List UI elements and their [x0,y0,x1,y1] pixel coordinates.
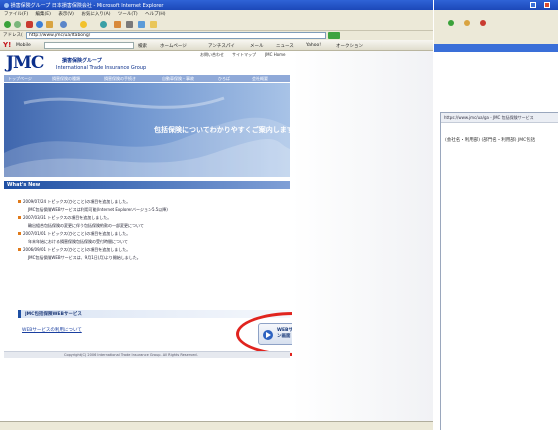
window-title: 損害保険グループ 日本損害保険会社 - Microsoft Internet E… [10,3,164,9]
second-toolbar-icon[interactable] [448,20,454,26]
address-input[interactable]: http://www.jmc/ua/Itabong/ [26,32,326,39]
web-service-header: JMC包括保険WEBサービス [18,310,290,318]
news-text: 輸出組合包括保険の変更に伴う包括保険約款の一部変更について [28,223,144,228]
nav-tab-top[interactable]: トップページ [8,75,48,83]
forward-icon[interactable] [14,21,21,28]
home-icon[interactable] [46,21,53,28]
nav-tab-procedures[interactable]: 損害保険の手続き [104,75,152,83]
history-icon[interactable] [100,21,107,28]
second-window-link-bar [434,44,558,52]
popup-url: https://www.jmc/ua/ga - JMC 包括保険サービス [444,115,534,120]
menu-edit[interactable]: 編集(E) [36,12,51,17]
second-toolbar-icon[interactable] [464,20,470,26]
standard-toolbar [0,18,433,31]
address-bar: アドレス(D) http://www.jmc/ua/Itabong/ [0,31,433,40]
menu-view[interactable]: 表示(V) [58,12,74,17]
nav-tab-auto[interactable]: 自動車保険・事故 [162,75,210,83]
yahoo-search-button[interactable]: 検索 [138,43,147,49]
news-text: 2009/07/24 トピックス(ひとこと)の項目を追加しました。 [23,199,131,204]
address-label: アドレス(D) [3,33,23,38]
second-browser-window: https://www.jmc/ua/ga - JMC 包括保険サービス (会社… [434,0,558,430]
news-text: 2006/09/01 トピックス(ひとこと)の項目を追加しました。 [23,247,131,252]
print-icon[interactable] [126,21,133,28]
edit-icon[interactable] [138,21,145,28]
back-icon[interactable] [4,21,11,28]
second-window-title-bar[interactable] [434,0,558,10]
news-item[interactable]: JMC包括保険WEBサービスは、9月1日(月)より開始しました。 [28,255,141,261]
address-value: http://www.jmc/ua/Itabong/ [29,33,91,38]
news-text: 2007/01/01 トピックス(ひとこと)の項目を追加しました。 [23,231,131,236]
yahoo-home-link[interactable]: ホームページ [160,43,187,49]
second-toolbar-icon[interactable] [480,20,486,26]
yahoo-search-input[interactable] [44,42,134,49]
news-item[interactable]: 2007/03/31 トピックスの項目を追加しました。 [18,215,111,221]
utility-link-sitemap[interactable]: サイトマップ [232,52,256,58]
global-nav: トップページ 損害保険の種類 損害保険の手続き 自動車保険・事故 ひろば 会社概… [4,75,290,82]
page-content: JMC 損害保険グループ International Trade Insuran… [0,51,433,421]
utility-link-home[interactable]: JMC Home [265,52,286,57]
logo-text: JMC [6,53,44,73]
nav-tab-company[interactable]: 会社概要 [252,75,286,83]
yahoo-logo[interactable]: Y! [3,41,11,49]
news-item[interactable]: 輸出組合包括保険の変更に伴う包括保険約款の一部変更について [28,223,144,229]
stop-icon[interactable] [26,21,33,28]
news-list: 2009/07/24 トピックス(ひとこと)の項目を追加しました。 JMC包括保… [4,191,290,291]
whats-new-title: What's New [7,182,41,188]
yahoo-toolbar: Y! Mobile 検索 ホームページ アンチスパイ メール ニュース Yaho… [0,40,433,51]
news-item[interactable]: 年末年始における損害保険包括保険の受付時間について [28,239,128,245]
yahoo-mail-link[interactable]: メール [250,43,264,49]
popup-panel: https://www.jmc/ua/ga - JMC 包括保険サービス (会社… [440,112,558,430]
popup-panel-header: https://www.jmc/ua/ga - JMC 包括保険サービス [441,113,558,123]
news-bullet-icon [18,248,21,251]
mail-icon[interactable] [114,21,121,28]
page-background [292,51,433,421]
refresh-icon[interactable] [36,21,43,28]
go-button[interactable] [328,32,340,39]
window-title-bar[interactable]: 損害保険グループ 日本損害保険会社 - Microsoft Internet E… [0,0,433,10]
hero-banner: 包括保険についてわかりやすくご案内します。 [4,83,290,177]
news-item[interactable]: 2007/01/01 トピックス(ひとこと)の項目を追加しました。 [18,231,130,237]
yahoo-news-link[interactable]: ニュース [276,43,294,49]
menu-help[interactable]: ヘルプ(H) [145,12,165,17]
news-text: 2007/03/31 トピックスの項目を追加しました。 [23,215,112,220]
nav-tab-types[interactable]: 損害保険の種類 [52,75,96,83]
popup-form-line: (会社名・利用部) (部門名・利用部) JMC包括 [445,138,536,143]
yahoo-antispy-link[interactable]: アンチスパイ [208,43,235,49]
footer-bar: Copyright(C) 2006 International Trade In… [4,351,290,358]
news-item[interactable]: JMC包括保険WEBサービスは利用可能(Internet Explorerバージ… [28,207,168,213]
group-name-en: International Trade Insurance Group [56,65,147,71]
news-item[interactable]: 2006/09/01 トピックス(ひとこと)の項目を追加しました。 [18,247,130,253]
menu-bar: ファイル(F) 編集(E) 表示(V) お気に入り(A) ツール(T) ヘルプ(… [0,10,433,18]
folder-icon[interactable] [150,21,157,28]
news-text: JMC包括保険WEBサービスは利用可能(Internet Explorerバージ… [28,207,168,212]
close-icon[interactable] [544,2,550,8]
news-bullet-icon [18,216,21,219]
group-name: 損害保険グループ [62,58,102,64]
search-icon[interactable] [60,21,67,28]
yahoo-mobile-link[interactable]: Mobile [16,43,31,48]
menu-favorites[interactable]: お気に入り(A) [81,12,110,17]
whats-new-header: What's New [4,181,290,189]
news-bullet-icon [18,232,21,235]
nav-tab-plaza[interactable]: ひろば [218,75,248,83]
minimize-icon[interactable] [530,2,536,8]
utility-link-contact[interactable]: お問い合わせ [200,52,224,58]
news-text: JMC包括保険WEBサービスは、9月1日(月)より開始しました。 [28,255,141,260]
favorites-icon[interactable] [80,21,87,28]
yahoo-auction-link[interactable]: オークション [336,43,363,49]
browser-window: 損害保険グループ 日本損害保険会社 - Microsoft Internet E… [0,0,433,430]
news-bullet-icon [18,200,21,203]
menu-tools[interactable]: ツール(T) [118,12,138,17]
news-item[interactable]: 2009/07/24 トピックス(ひとこと)の項目を追加しました。 [18,199,130,205]
news-text: 年末年始における損害保険包括保険の受付時間について [28,239,128,244]
yahoo-link[interactable]: Yahoo! [306,43,321,48]
copyright: Copyright(C) 2006 International Trade In… [64,353,198,357]
ie-logo-icon [4,3,9,8]
banner-text: 包括保険についてわかりやすくご案内します。 [154,126,290,134]
web-service-link[interactable]: WEBサービスの利用について [22,327,82,333]
web-service-title: JMC包括保険WEBサービス [25,312,82,317]
status-bar [0,421,433,430]
menu-file[interactable]: ファイル(F) [4,12,28,17]
